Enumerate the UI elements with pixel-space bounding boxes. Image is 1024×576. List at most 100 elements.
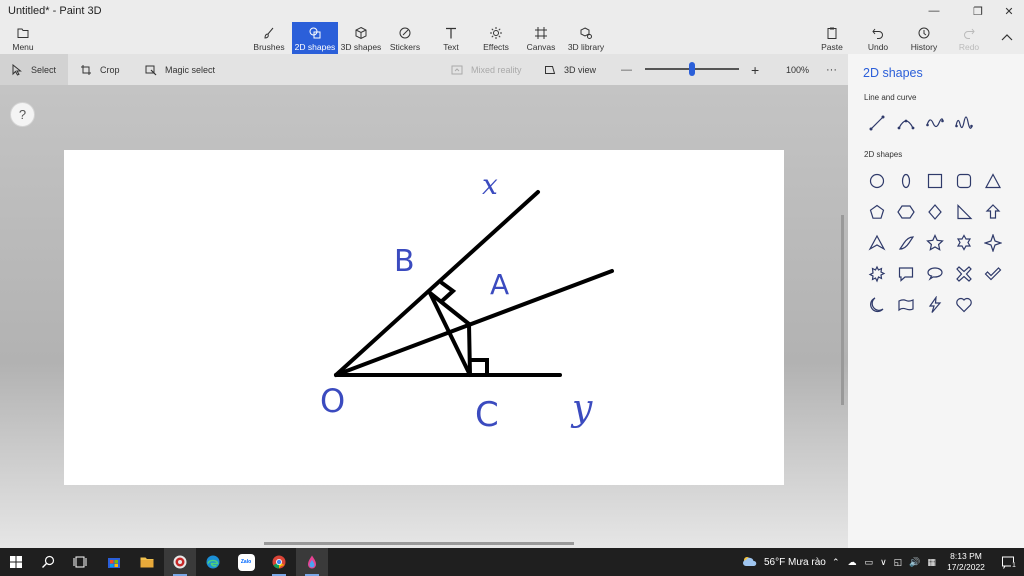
wave-tool[interactable] bbox=[922, 110, 948, 136]
label-b: B bbox=[394, 244, 415, 279]
2d-shapes-tab[interactable]: 2D shapes bbox=[292, 22, 338, 54]
select-label: Select bbox=[31, 64, 57, 75]
thought-bubble-tool[interactable] bbox=[922, 261, 948, 287]
zoom-in-button[interactable]: + bbox=[751, 54, 759, 85]
heart-icon bbox=[956, 297, 972, 313]
history-button[interactable]: History bbox=[901, 22, 947, 54]
3d-view-toggle[interactable]: 3D view bbox=[544, 54, 596, 85]
battery-icon[interactable]: ▭ bbox=[865, 557, 874, 568]
hexagon-tool[interactable] bbox=[893, 199, 919, 225]
wave-banner-tool[interactable] bbox=[893, 292, 919, 318]
label-a: A bbox=[490, 268, 509, 301]
x-mark-tool[interactable] bbox=[951, 261, 977, 287]
3d-library-tab[interactable]: 3D library bbox=[563, 22, 609, 54]
ellipse-tool[interactable] bbox=[893, 168, 919, 194]
brushes-tab[interactable]: Brushes bbox=[246, 22, 292, 54]
menu-button[interactable]: Menu bbox=[0, 22, 46, 54]
arrowhead-tool[interactable] bbox=[864, 230, 890, 256]
stickers-tab[interactable]: Stickers bbox=[382, 22, 428, 54]
check-mark-icon bbox=[984, 267, 1002, 281]
speech-bubble-tool[interactable] bbox=[893, 261, 919, 287]
minimize-button[interactable]: — bbox=[919, 0, 949, 22]
quarter-circle-tool[interactable] bbox=[893, 230, 919, 256]
heart-tool[interactable] bbox=[951, 292, 977, 318]
horizontal-scrollbar[interactable] bbox=[264, 542, 574, 545]
square-tool[interactable] bbox=[922, 168, 948, 194]
notifications-button[interactable]: 1 bbox=[992, 548, 1024, 576]
network-icon[interactable]: ◱ bbox=[894, 557, 903, 568]
text-tab[interactable]: Text bbox=[428, 22, 474, 54]
vertical-scrollbar[interactable] bbox=[841, 215, 844, 405]
file-explorer-app[interactable] bbox=[131, 548, 163, 576]
arrow-up-tool[interactable] bbox=[980, 199, 1006, 225]
chrome-icon bbox=[272, 555, 286, 569]
circle-icon bbox=[869, 173, 885, 189]
circle-tool[interactable] bbox=[864, 168, 890, 194]
select-button[interactable]: Select bbox=[0, 54, 68, 85]
zoom-level[interactable]: 100% bbox=[786, 54, 809, 85]
3d-shapes-tab[interactable]: 3D shapes bbox=[338, 22, 384, 54]
canvas-tab[interactable]: Canvas bbox=[518, 22, 564, 54]
help-button[interactable]: ? bbox=[10, 102, 35, 127]
mixed-reality-label: Mixed reality bbox=[471, 64, 522, 75]
redo-label: Redo bbox=[958, 42, 980, 52]
clock[interactable]: 8:13 PM 17/2/2022 bbox=[944, 551, 988, 573]
search-button[interactable] bbox=[32, 548, 64, 576]
obs-app[interactable] bbox=[164, 548, 196, 576]
right-triangle-tool[interactable] bbox=[951, 199, 977, 225]
paint3d-window: Untitled* - Paint 3D — ❐ ✕ Menu Brushes … bbox=[0, 0, 1024, 548]
star-6-tool[interactable] bbox=[951, 230, 977, 256]
restore-button[interactable]: ❐ bbox=[963, 0, 993, 22]
curve-icon bbox=[897, 119, 915, 130]
cloud-icon[interactable]: ☁ bbox=[848, 557, 857, 568]
collapse-ribbon-button[interactable] bbox=[990, 22, 1024, 54]
triangle-tool[interactable] bbox=[980, 168, 1006, 194]
segment-bc bbox=[428, 291, 472, 377]
zoom-slider[interactable] bbox=[645, 54, 739, 85]
diamond-tool[interactable] bbox=[922, 199, 948, 225]
curve-tool[interactable] bbox=[893, 110, 919, 136]
chevron-up-icon[interactable]: ⌃ bbox=[832, 557, 840, 568]
redo-button[interactable]: Redo bbox=[946, 22, 992, 54]
close-button[interactable]: ✕ bbox=[994, 0, 1024, 22]
pentagon-tool[interactable] bbox=[864, 199, 890, 225]
taskbar: Zalo 56°F Mưa rào ⌃ ☁ ▭ ∨ ◱ 🔊 ▦ 8:13 PM … bbox=[0, 548, 1024, 576]
line-tool[interactable] bbox=[864, 110, 890, 136]
crescent-tool[interactable] bbox=[864, 292, 890, 318]
chrome-app[interactable] bbox=[263, 548, 295, 576]
undo-button[interactable]: Undo bbox=[855, 22, 901, 54]
drawing-canvas[interactable]: x B A O C y bbox=[64, 150, 784, 485]
store-app[interactable] bbox=[98, 548, 130, 576]
effects-tab[interactable]: Effects bbox=[473, 22, 519, 54]
edge-app[interactable] bbox=[197, 548, 229, 576]
canvas-icon bbox=[535, 27, 547, 39]
check-mark-tool[interactable] bbox=[980, 261, 1006, 287]
zoom-slider-thumb[interactable] bbox=[689, 62, 695, 76]
paint3d-app[interactable] bbox=[296, 548, 328, 576]
star-4-tool[interactable] bbox=[980, 230, 1006, 256]
magic-select-button[interactable]: Magic select bbox=[145, 54, 215, 85]
star-5-tool[interactable] bbox=[922, 230, 948, 256]
crop-button[interactable]: Crop bbox=[80, 54, 120, 85]
obs-icon bbox=[173, 555, 187, 569]
zalo-app[interactable]: Zalo bbox=[230, 548, 262, 576]
zigzag-curve-tool[interactable] bbox=[951, 110, 977, 136]
start-button[interactable] bbox=[0, 548, 32, 576]
vpn-icon[interactable]: ∨ bbox=[880, 557, 887, 568]
lightning-tool[interactable] bbox=[922, 292, 948, 318]
keyboard-language-icon[interactable]: ▦ bbox=[927, 557, 936, 568]
weather-widget[interactable]: 56°F Mưa rào bbox=[742, 548, 826, 576]
more-options-button[interactable]: ··· bbox=[826, 54, 837, 85]
arrow-up-icon bbox=[985, 204, 1001, 219]
wave-banner-icon bbox=[898, 299, 914, 312]
title-bar: Untitled* - Paint 3D — ❐ ✕ bbox=[0, 0, 1024, 22]
star-5-icon bbox=[926, 234, 944, 251]
volume-icon[interactable]: 🔊 bbox=[909, 557, 920, 568]
mixed-reality-button[interactable]: Mixed reality bbox=[451, 54, 522, 85]
rounded-square-tool[interactable] bbox=[951, 168, 977, 194]
paste-button[interactable]: Paste bbox=[809, 22, 855, 54]
system-tray: ⌃ ☁ ▭ ∨ ◱ 🔊 ▦ bbox=[832, 548, 936, 576]
zoom-out-button[interactable]: — bbox=[621, 54, 632, 85]
task-view-button[interactable] bbox=[64, 548, 96, 576]
burst-tool[interactable] bbox=[864, 261, 890, 287]
